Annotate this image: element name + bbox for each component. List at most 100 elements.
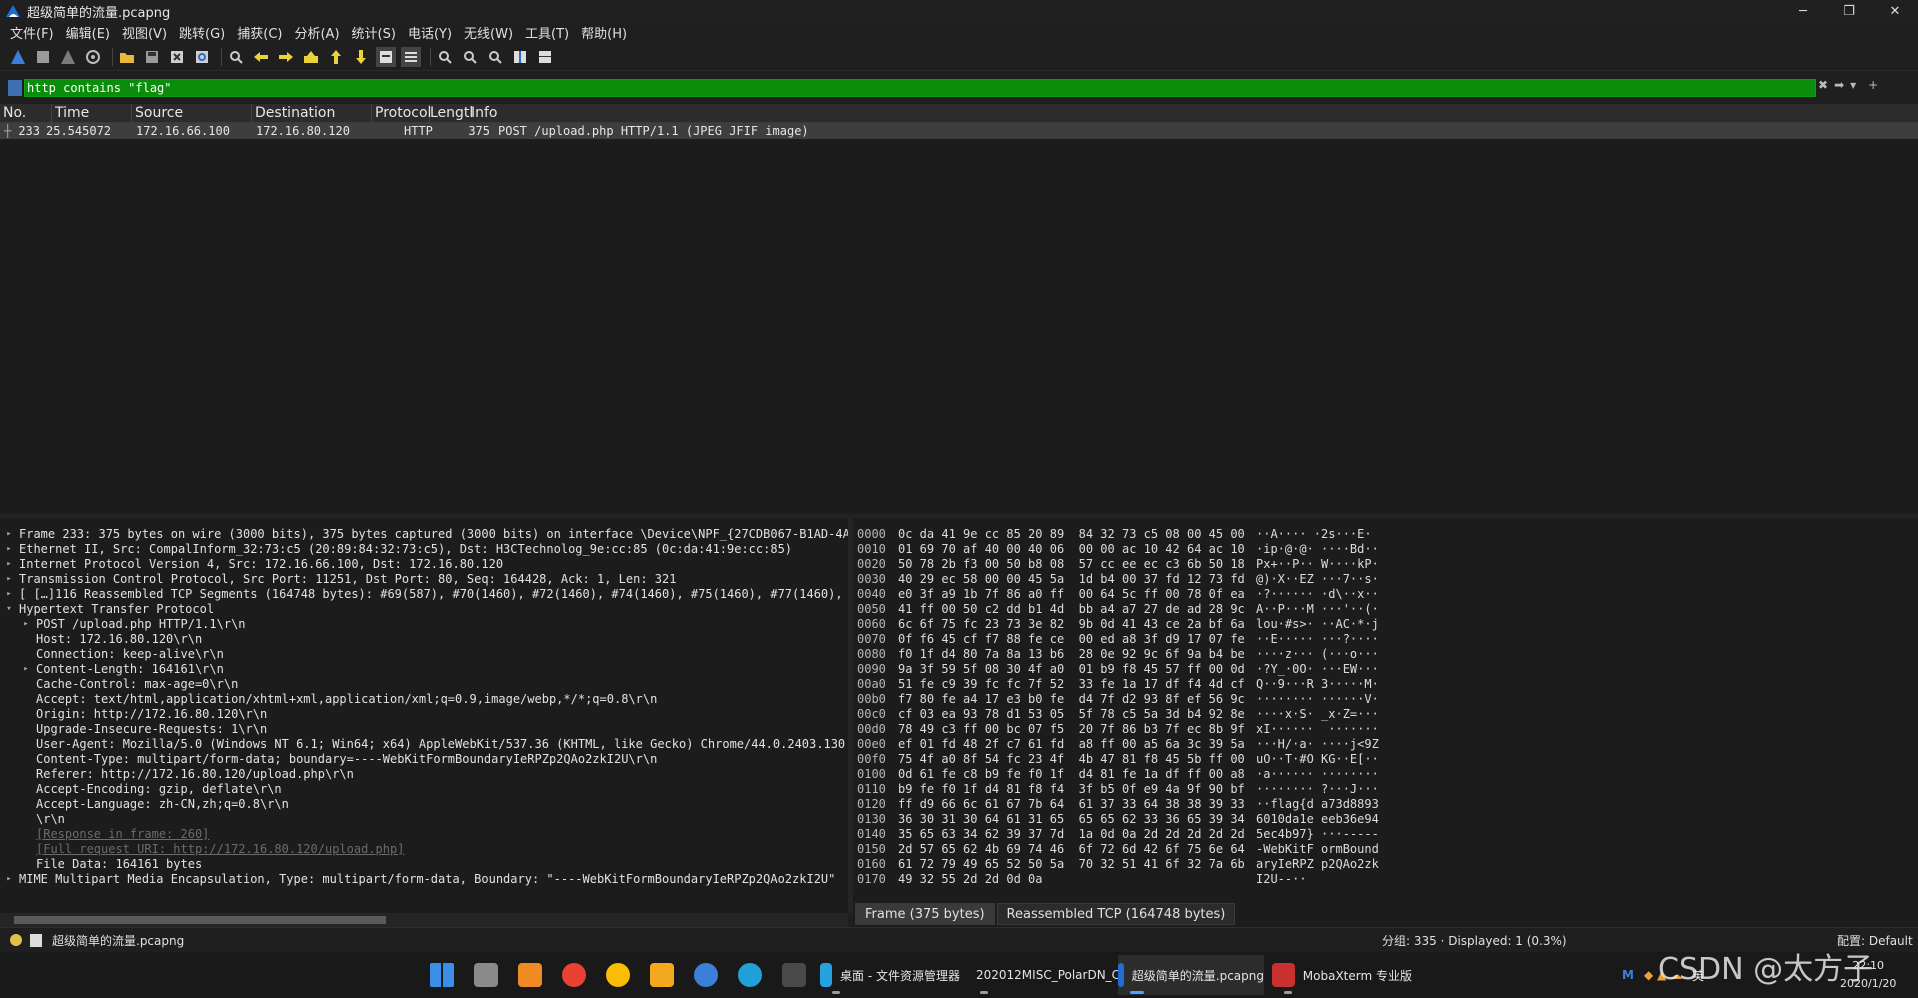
hex-row[interactable]: 0160 61 72 79 49 65 52 50 5a 70 32 51 41 … (853, 857, 1918, 872)
taskbar-item[interactable]: MobaXterm 专业版 (1272, 955, 1412, 995)
stop-square-icon[interactable] (33, 47, 53, 67)
col-header-no[interactable]: No. (0, 104, 52, 123)
detail-row[interactable]: Referer: http://172.16.80.120/upload.php… (0, 767, 848, 782)
scrollbar-thumb[interactable] (14, 916, 386, 924)
add-filter-button-icon[interactable]: + (1868, 78, 1878, 92)
gear-options-icon[interactable] (83, 47, 103, 67)
detail-row[interactable]: ▾ Hypertext Transfer Protocol (0, 602, 848, 617)
close-file-icon[interactable] (167, 47, 187, 67)
layout-icon[interactable] (535, 47, 555, 67)
hex-row[interactable]: 0000 0c da 41 9e cc 85 20 89 84 32 73 c5 … (853, 527, 1918, 542)
hex-row[interactable]: 0010 01 69 70 af 40 00 40 06 00 00 ac 10 … (853, 542, 1918, 557)
hex-row[interactable]: 0080 f0 1f d4 80 7a 8a 13 b6 28 0e 92 9c … (853, 647, 1918, 662)
detail-row[interactable]: ▸ POST /upload.php HTTP/1.1\r\n (0, 617, 848, 632)
menu-wireless[interactable]: 无线(W) (458, 23, 519, 42)
detail-row[interactable]: User-Agent: Mozilla/5.0 (Windows NT 6.1;… (0, 737, 848, 752)
hex-row[interactable]: 0120 ff d9 66 6c 61 67 7b 64 61 37 33 64 … (853, 797, 1918, 812)
open-folder-icon[interactable] (117, 47, 137, 67)
menu-capture[interactable]: 捕获(C) (231, 23, 288, 42)
save-file-icon[interactable] (142, 47, 162, 67)
hex-row[interactable]: 0100 0d 61 fe c8 b9 fe f0 1f d4 81 fe 1a … (853, 767, 1918, 782)
reload-icon[interactable] (192, 47, 212, 67)
hex-row[interactable]: 0020 50 78 2b f3 00 50 b8 08 57 cc ee ec … (853, 557, 1918, 572)
expand-arrow-icon[interactable]: ▸ (21, 662, 31, 677)
detail-row[interactable]: ▸ [ […]116 Reassembled TCP Segments (1647… (0, 587, 848, 602)
menu-analyze[interactable]: 分析(A) (288, 23, 345, 42)
detail-row[interactable]: Host: 172.16.80.120\r\n (0, 632, 848, 647)
taskbar-item[interactable] (688, 955, 724, 995)
restart-icon[interactable] (58, 47, 78, 67)
detail-row[interactable]: \r\n (0, 812, 848, 827)
hex-row[interactable]: 0050 41 ff 00 50 c2 dd b1 4d bb a4 a7 27 … (853, 602, 1918, 617)
hex-row[interactable]: 00a0 51 fe c9 39 fc fc 7f 52 33 fe 1a 17 … (853, 677, 1918, 692)
col-header-source[interactable]: Source (132, 104, 252, 123)
goto-packet-icon[interactable] (301, 47, 321, 67)
menu-telephony[interactable]: 电话(Y) (402, 23, 458, 42)
detail-row[interactable]: ▸ Frame 233: 375 bytes on wire (3000 bits… (0, 527, 848, 542)
hex-row[interactable]: 00c0 cf 03 ea 93 78 d1 53 05 5f 78 c5 5a … (853, 707, 1918, 722)
taskbar-item[interactable] (556, 955, 592, 995)
hex-row[interactable]: 0040 e0 3f a9 1b 7f 86 a0 ff 00 64 5c ff … (853, 587, 1918, 602)
menu-help[interactable]: 帮助(H) (575, 23, 633, 42)
menu-edit[interactable]: 编辑(E) (60, 23, 116, 42)
apply-filter-icon[interactable]: ➡ (1834, 78, 1844, 92)
taskbar-item[interactable] (512, 955, 548, 995)
details-horizontal-scrollbar[interactable] (0, 913, 848, 927)
detail-row[interactable]: Cache-Control: max-age=0\r\n (0, 677, 848, 692)
hex-row[interactable]: 00f0 75 4f a0 8f 54 fc 23 4f 4b 47 81 f8 … (853, 752, 1918, 767)
menu-statistics[interactable]: 统计(S) (346, 23, 402, 42)
tab-reassembled-tcp[interactable]: Reassembled TCP (164748 bytes) (996, 902, 1236, 925)
hex-row[interactable]: 0090 9a 3f 59 5f 08 30 4f a0 01 b9 f8 45 … (853, 662, 1918, 677)
close-button[interactable]: ✕ (1872, 0, 1918, 22)
taskbar-item[interactable]: 超级简单的流量.pcapng (1118, 955, 1264, 995)
col-header-info[interactable]: Info (468, 104, 1918, 123)
menu-go[interactable]: 跳转(G) (173, 23, 231, 42)
expand-arrow-icon[interactable]: ▸ (21, 617, 31, 632)
menu-tools[interactable]: 工具(T) (519, 23, 575, 42)
taskbar-item[interactable] (732, 955, 768, 995)
detail-row[interactable]: Accept-Encoding: gzip, deflate\r\n (0, 782, 848, 797)
detail-row[interactable]: Origin: http://172.16.80.120\r\n (0, 707, 848, 722)
expand-arrow-icon[interactable]: ▸ (4, 542, 14, 557)
tray-app-icon[interactable]: M (1622, 968, 1634, 982)
hex-row[interactable]: 0060 6c 6f 75 fc 23 73 3e 82 9b 0d 41 43 … (853, 617, 1918, 632)
col-header-destination[interactable]: Destination (252, 104, 372, 123)
detail-row[interactable]: Accept: text/html,application/xhtml+xml,… (0, 692, 848, 707)
taskbar-item[interactable]: 202012MISC_PolarDN_C (968, 955, 1120, 995)
resize-columns-icon[interactable] (510, 47, 530, 67)
expand-arrow-icon[interactable]: ▸ (4, 527, 14, 542)
find-icon[interactable] (226, 47, 246, 67)
hex-row[interactable]: 0130 36 30 31 30 64 61 31 65 65 65 62 33 … (853, 812, 1918, 827)
detail-row[interactable]: ▸ Transmission Control Protocol, Src Port… (0, 572, 848, 587)
capture-comment-icon[interactable] (30, 933, 42, 947)
taskbar-item[interactable] (776, 955, 812, 995)
menu-view[interactable]: 视图(V) (116, 23, 173, 42)
zoom-normal-icon[interactable] (485, 47, 505, 67)
detail-row[interactable]: ▸ Content-Length: 164161\r\n (0, 662, 848, 677)
colorize-icon[interactable] (401, 46, 421, 67)
col-header-protocol[interactable]: Protocol (372, 104, 431, 123)
col-header-time[interactable]: Time (52, 104, 132, 123)
detail-row[interactable]: [Response in frame: 260] (0, 827, 848, 842)
last-packet-icon[interactable] (351, 47, 371, 67)
tab-frame-bytes[interactable]: Frame (375 bytes) (855, 902, 995, 925)
collapse-arrow-icon[interactable]: ▾ (4, 602, 14, 617)
expert-info-icon[interactable] (10, 934, 22, 946)
hex-row[interactable]: 00e0 ef 01 fd 48 2f c7 61 fd a8 ff 00 a5 … (853, 737, 1918, 752)
taskbar-item[interactable] (468, 955, 504, 995)
expand-arrow-icon[interactable]: ▸ (4, 872, 14, 887)
hex-row[interactable]: 00d0 78 49 c3 ff 00 bc 07 f5 20 7f 86 b3 … (853, 722, 1918, 737)
detail-row[interactable]: Content-Type: multipart/form-data; bound… (0, 752, 848, 767)
hex-row[interactable]: 00b0 f7 80 fe a4 17 e3 b0 fe d4 7f d2 93 … (853, 692, 1918, 707)
first-packet-icon[interactable] (326, 47, 346, 67)
detail-row[interactable]: File Data: 164161 bytes (0, 857, 848, 872)
back-arrow-icon[interactable] (251, 47, 271, 67)
zoom-in-icon[interactable] (435, 47, 455, 67)
hex-row[interactable]: 0150 2d 57 65 62 4b 69 74 46 6f 72 6d 42 … (853, 842, 1918, 857)
hex-row[interactable]: 0170 49 32 55 2d 2d 0d 0a I2U--·· (853, 872, 1918, 887)
hex-row[interactable]: 0030 40 29 ec 58 00 00 45 5a 1d b4 00 37 … (853, 572, 1918, 587)
expand-arrow-icon[interactable]: ▸ (4, 572, 14, 587)
detail-row[interactable]: ▸ Ethernet II, Src: CompalInform_32:73:c5… (0, 542, 848, 557)
hex-row[interactable]: 0110 b9 fe f0 1f d4 81 f8 f4 3f b5 0f e9 … (853, 782, 1918, 797)
forward-arrow-icon[interactable] (276, 47, 296, 67)
